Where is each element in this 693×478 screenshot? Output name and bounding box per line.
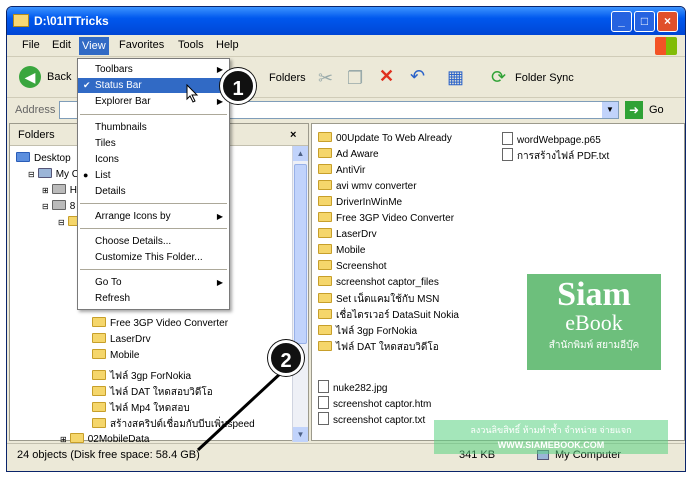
copyright-watermark: ลงวนลิขสิทธิ์ ห้ามทำซ้ำ จำหน่าย จ่ายแจก …	[434, 420, 668, 454]
callout-badge: 2	[268, 340, 304, 376]
brand-logo: Siam eBook สำนักพิมพ์ สยามอีบุ๊ค	[527, 274, 661, 370]
callout-pointer-line	[196, 370, 284, 452]
